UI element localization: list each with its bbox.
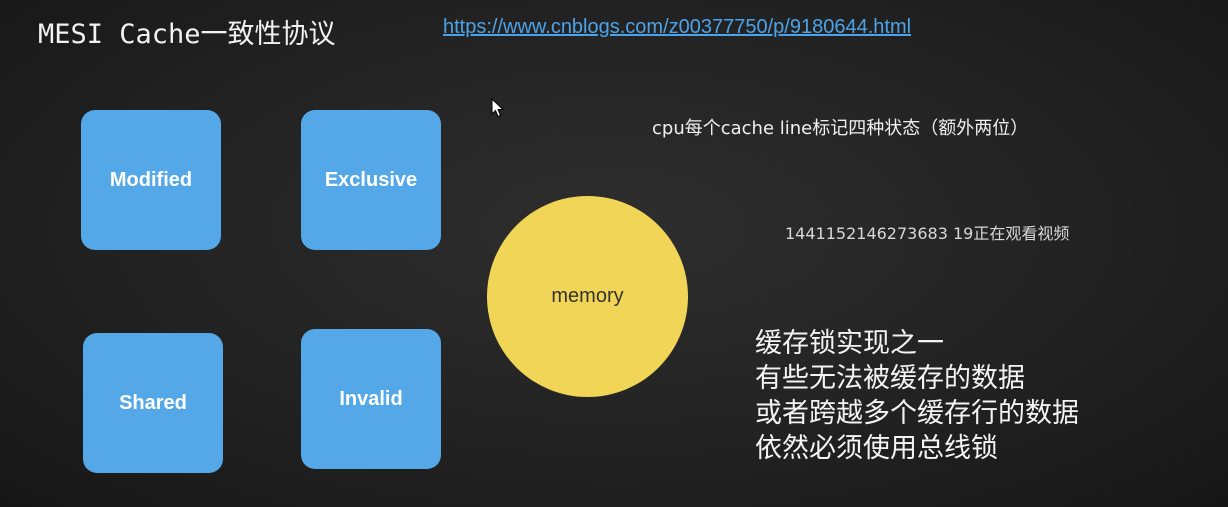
memory-label: memory [551, 285, 624, 307]
lock-note-line: 缓存锁实现之一 [755, 328, 944, 359]
state-label-modified: Modified [109, 168, 193, 191]
memory-circle: memory [487, 196, 688, 397]
cache-line-note: cpu每个cache line标记四种状态（额外两位） [652, 118, 1029, 139]
lock-note-line: 依然必须使用总线锁 [755, 433, 998, 464]
state-box-invalid: Invalid [301, 329, 441, 469]
state-label-exclusive: Exclusive [324, 168, 418, 191]
mouse-pointer-icon [491, 98, 505, 118]
viewer-watermark: 1441152146273683 19正在观看视频 [785, 224, 1070, 243]
reference-link[interactable]: https://www.cnblogs.com/z00377750/p/9180… [443, 16, 911, 39]
state-box-modified: Modified [81, 110, 221, 250]
state-box-exclusive: Exclusive [301, 110, 441, 250]
cache-lock-notes: 缓存锁实现之一 有些无法被缓存的数据 或者跨越多个缓存行的数据 依然必须使用总线… [755, 326, 1079, 466]
lock-note-line: 或者跨越多个缓存行的数据 [755, 398, 1079, 429]
state-box-shared: Shared [83, 333, 223, 473]
slide-title: MESI Cache一致性协议 [38, 19, 336, 50]
lock-note-line: 有些无法被缓存的数据 [755, 363, 1025, 394]
slide: MESI Cache一致性协议 https://www.cnblogs.com/… [0, 0, 1228, 507]
state-label-invalid: Invalid [339, 387, 403, 410]
state-label-shared: Shared [119, 391, 187, 414]
